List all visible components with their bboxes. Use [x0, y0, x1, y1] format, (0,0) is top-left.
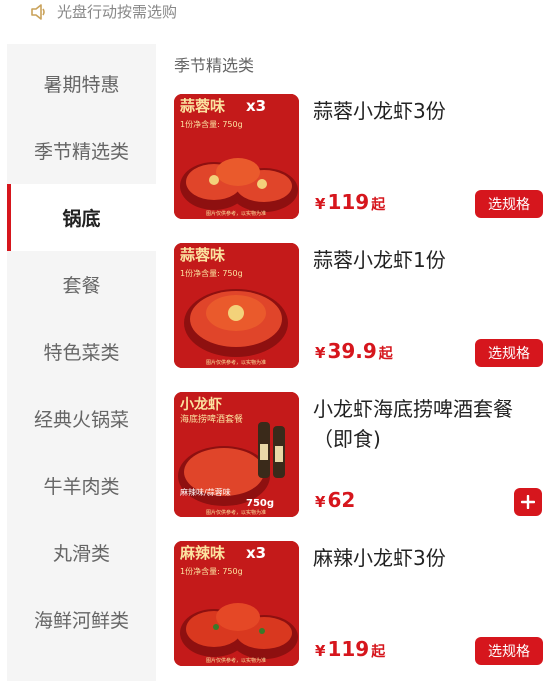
- product-image[interactable]: 小龙虾 海底捞啤酒套餐 麻辣味/蒜蓉味 750g 图片仅供参考，以实物为准: [174, 392, 299, 517]
- thumb-flavor: 蒜蓉味: [180, 246, 225, 264]
- product-name[interactable]: 麻辣小龙虾3份: [313, 543, 548, 573]
- product-image[interactable]: 蒜蓉味 1份净含量: 750g 图片仅供参考，以实物为准: [174, 243, 299, 368]
- price-value: 62: [327, 488, 356, 512]
- thumb-multiplier: x3: [246, 97, 266, 115]
- thumb-title: 小龙虾: [180, 396, 222, 413]
- product-price: ¥119 起: [315, 637, 385, 661]
- thumb-flavor: 麻辣味: [179, 544, 225, 562]
- sidebar-item-label: 套餐: [62, 275, 101, 297]
- price-value: 119: [327, 190, 370, 214]
- sidebar-item-beef-lamb[interactable]: 牛羊肉类: [7, 452, 156, 519]
- thumb-subtitle: 海底捞啤酒套餐: [180, 413, 243, 425]
- sidebar-item-set-meal[interactable]: 套餐: [7, 251, 156, 318]
- crayfish-image: 麻辣味 x3 1份净含量: 750g 图片仅供参考，以实物为准: [174, 541, 299, 666]
- sidebar-item-hotpot-base[interactable]: 锅底: [7, 184, 156, 251]
- product-card[interactable]: 蒜蓉味 1份净含量: 750g 图片仅供参考，以实物为准 蒜蓉小龙虾1份 ¥39…: [156, 243, 559, 393]
- sidebar-item-label: 经典火锅菜: [33, 409, 129, 431]
- category-sidebar: 暑期特惠 季节精选类 锅底 套餐 特色菜类 经典火锅菜 牛羊肉类 丸滑类 海鲜河…: [7, 44, 156, 681]
- sidebar-item-label: 锅底: [62, 208, 101, 230]
- crayfish-beer-image: 小龙虾 海底捞啤酒套餐 麻辣味/蒜蓉味 750g 图片仅供参考，以实物为准: [174, 392, 299, 517]
- thumb-weight: 750g: [246, 498, 274, 509]
- product-image[interactable]: 麻辣味 x3 1份净含量: 750g 图片仅供参考，以实物为准: [174, 541, 299, 666]
- speaker-icon: [31, 4, 45, 20]
- select-spec-button[interactable]: 选规格: [475, 339, 543, 367]
- thumb-multiplier: x3: [246, 544, 266, 562]
- plus-icon: [521, 495, 535, 509]
- product-card[interactable]: 蒜蓉味 x3 1份净含量: 750g 图片仅供参考，以实物为准 蒜蓉小龙虾3份 …: [156, 94, 559, 244]
- product-card[interactable]: 麻辣味 x3 1份净含量: 750g 图片仅供参考，以实物为准 麻辣小龙虾3份 …: [156, 541, 559, 681]
- select-spec-button[interactable]: 选规格: [475, 190, 543, 218]
- product-price: ¥62: [315, 488, 355, 512]
- product-name[interactable]: 小龙虾海底捞啤酒套餐（即食): [313, 394, 548, 454]
- currency-symbol: ¥: [315, 493, 326, 511]
- price-suffix: 起: [378, 346, 393, 362]
- product-card[interactable]: 小龙虾 海底捞啤酒套餐 麻辣味/蒜蓉味 750g 图片仅供参考，以实物为准 小龙…: [156, 392, 559, 542]
- sidebar-item-label: 特色菜类: [43, 342, 120, 364]
- price-suffix: 起: [371, 197, 386, 213]
- thumb-footer: 图片仅供参考，以实物为准: [206, 657, 266, 664]
- price-suffix: 起: [371, 644, 386, 660]
- thumb-taste: 麻辣味/蒜蓉味: [180, 487, 231, 497]
- sidebar-item-classic-hotpot[interactable]: 经典火锅菜: [7, 385, 156, 452]
- product-list: 季节精选类 蒜蓉味 x3 1份净含量: 750g 图片仅供参考，以实物为准 蒜蓉…: [156, 44, 559, 681]
- sidebar-item-specialty[interactable]: 特色菜类: [7, 318, 156, 385]
- product-name[interactable]: 蒜蓉小龙虾1份: [313, 245, 548, 275]
- thumb-flavor: 蒜蓉味: [180, 97, 225, 115]
- currency-symbol: ¥: [315, 642, 326, 660]
- sidebar-item-seasonal[interactable]: 季节精选类: [7, 117, 156, 184]
- sidebar-item-label: 牛羊肉类: [43, 476, 120, 498]
- thumb-footer: 图片仅供参考，以实物为准: [206, 509, 266, 516]
- product-price: ¥39.9 起: [315, 339, 393, 363]
- crayfish-image: 蒜蓉味 1份净含量: 750g 图片仅供参考，以实物为准: [174, 243, 299, 368]
- product-name[interactable]: 蒜蓉小龙虾3份: [313, 96, 548, 126]
- thumb-weight: 1份净含量: 750g: [180, 119, 243, 129]
- sidebar-item-balls[interactable]: 丸滑类: [7, 519, 156, 586]
- sidebar-item-seafood[interactable]: 海鲜河鲜类: [7, 586, 156, 653]
- notice-text: 光盘行动按需选购: [57, 3, 178, 21]
- thumb-weight: 1份净含量: 750g: [180, 268, 243, 278]
- price-value: 39.9: [327, 339, 377, 363]
- sidebar-item-label: 暑期特惠: [43, 74, 120, 96]
- thumb-weight: 1份净含量: 750g: [180, 566, 243, 576]
- add-to-cart-button[interactable]: [514, 488, 542, 516]
- sidebar-item-summer-deals[interactable]: 暑期特惠: [7, 50, 156, 117]
- product-price: ¥119 起: [315, 190, 385, 214]
- sidebar-item-label: 海鲜河鲜类: [33, 610, 129, 632]
- product-image[interactable]: 蒜蓉味 x3 1份净含量: 750g 图片仅供参考，以实物为准: [174, 94, 299, 219]
- currency-symbol: ¥: [315, 344, 326, 362]
- thumb-footer: 图片仅供参考，以实物为准: [206, 359, 266, 366]
- thumb-footer: 图片仅供参考，以实物为准: [206, 210, 266, 217]
- currency-symbol: ¥: [315, 195, 326, 213]
- notice-bar: 光盘行动按需选购: [0, 0, 559, 44]
- section-title: 季节精选类: [174, 56, 255, 75]
- crayfish-image: 蒜蓉味 x3 1份净含量: 750g 图片仅供参考，以实物为准: [174, 94, 299, 219]
- select-spec-button[interactable]: 选规格: [475, 637, 543, 665]
- sidebar-item-label: 季节精选类: [33, 141, 129, 163]
- sidebar-item-label: 丸滑类: [52, 543, 110, 565]
- price-value: 119: [327, 637, 370, 661]
